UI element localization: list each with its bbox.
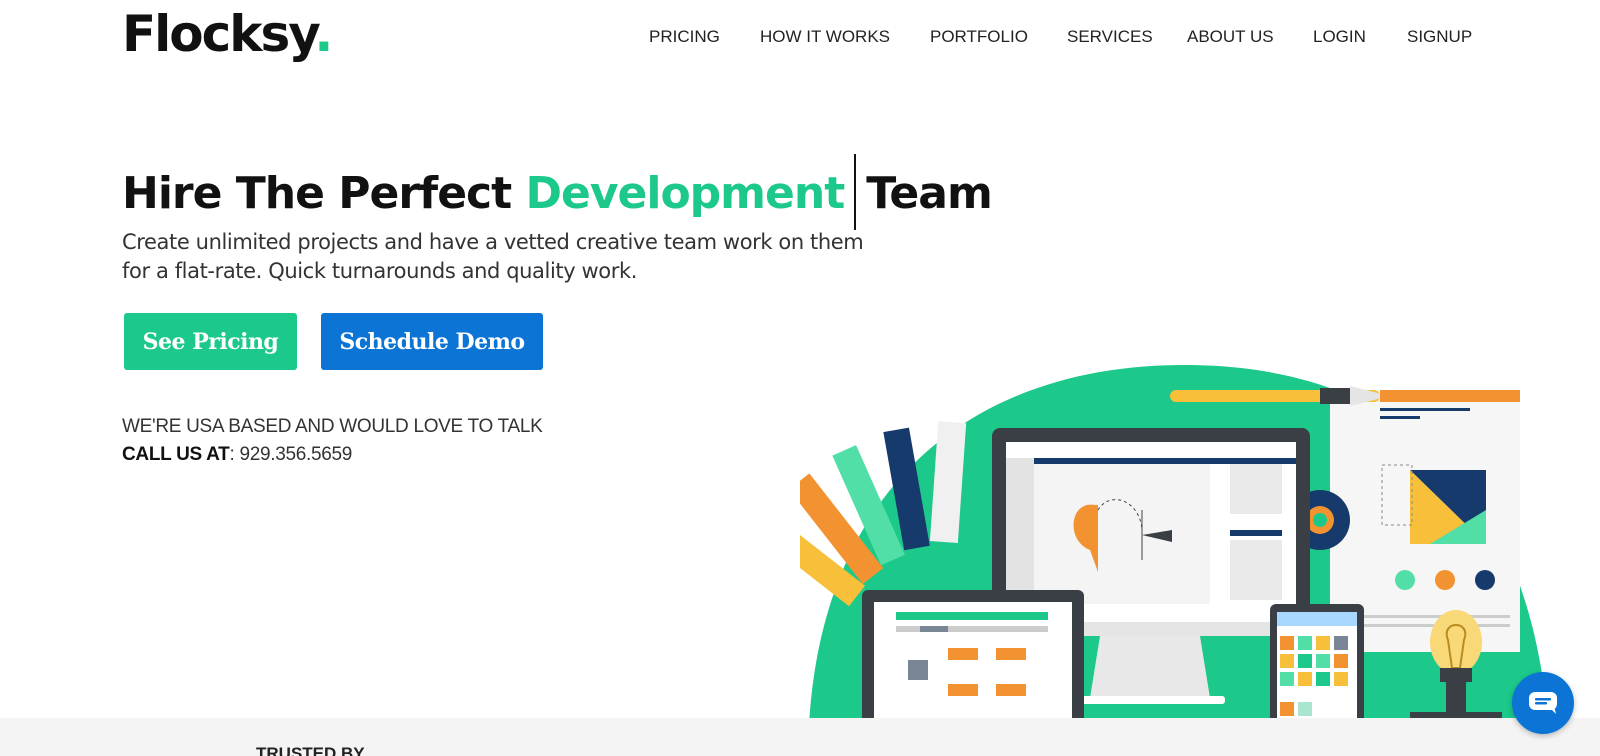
call-us-label: CALL US AT <box>122 444 230 465</box>
nav-login[interactable]: LOGIN <box>1313 25 1366 49</box>
see-pricing-button[interactable]: See Pricing <box>124 313 297 370</box>
logo-dot: . <box>314 5 333 63</box>
phone-number[interactable]: : 929.356.5659 <box>229 444 352 465</box>
hero-title-after: Team <box>866 168 993 219</box>
nav-about-us[interactable]: ABOUT US <box>1187 25 1274 49</box>
chat-icon <box>1529 692 1557 714</box>
trusted-by-band <box>0 718 1600 756</box>
hero-illustration <box>800 365 1550 756</box>
nav-signup[interactable]: SIGNUP <box>1407 25 1472 49</box>
flocksy-logo[interactable]: Flocksy. <box>122 4 333 64</box>
hero-title: Hire The Perfect Development Team <box>122 154 993 234</box>
nav-portfolio[interactable]: PORTFOLIO <box>930 25 1028 49</box>
chat-widget-button[interactable] <box>1512 672 1574 734</box>
hero-title-accent: Development <box>525 168 845 219</box>
laptop-icon <box>835 590 1103 736</box>
nav-pricing[interactable]: PRICING <box>649 25 720 49</box>
nav-services[interactable]: SERVICES <box>1067 25 1153 49</box>
logo-text: Flocksy <box>122 5 316 63</box>
trusted-by-label: TRUSTED BY <box>256 744 365 756</box>
typing-cursor <box>854 154 857 230</box>
hero-title-before: Hire The Perfect <box>122 168 526 219</box>
nav-how-it-works[interactable]: HOW IT WORKS <box>760 25 890 49</box>
hero-subtitle-line2: for a flat-rate. Quick turnarounds and q… <box>122 259 638 283</box>
contact-line: WE'RE USA BASED AND WOULD LOVE TO TALK <box>122 416 543 437</box>
schedule-demo-button[interactable]: Schedule Demo <box>321 313 543 370</box>
call-us-line: CALL US AT: 929.356.5659 <box>122 444 352 466</box>
hero-subtitle: Create unlimited projects and have a vet… <box>122 228 882 286</box>
hero-subtitle-line1: Create unlimited projects and have a vet… <box>122 230 864 254</box>
